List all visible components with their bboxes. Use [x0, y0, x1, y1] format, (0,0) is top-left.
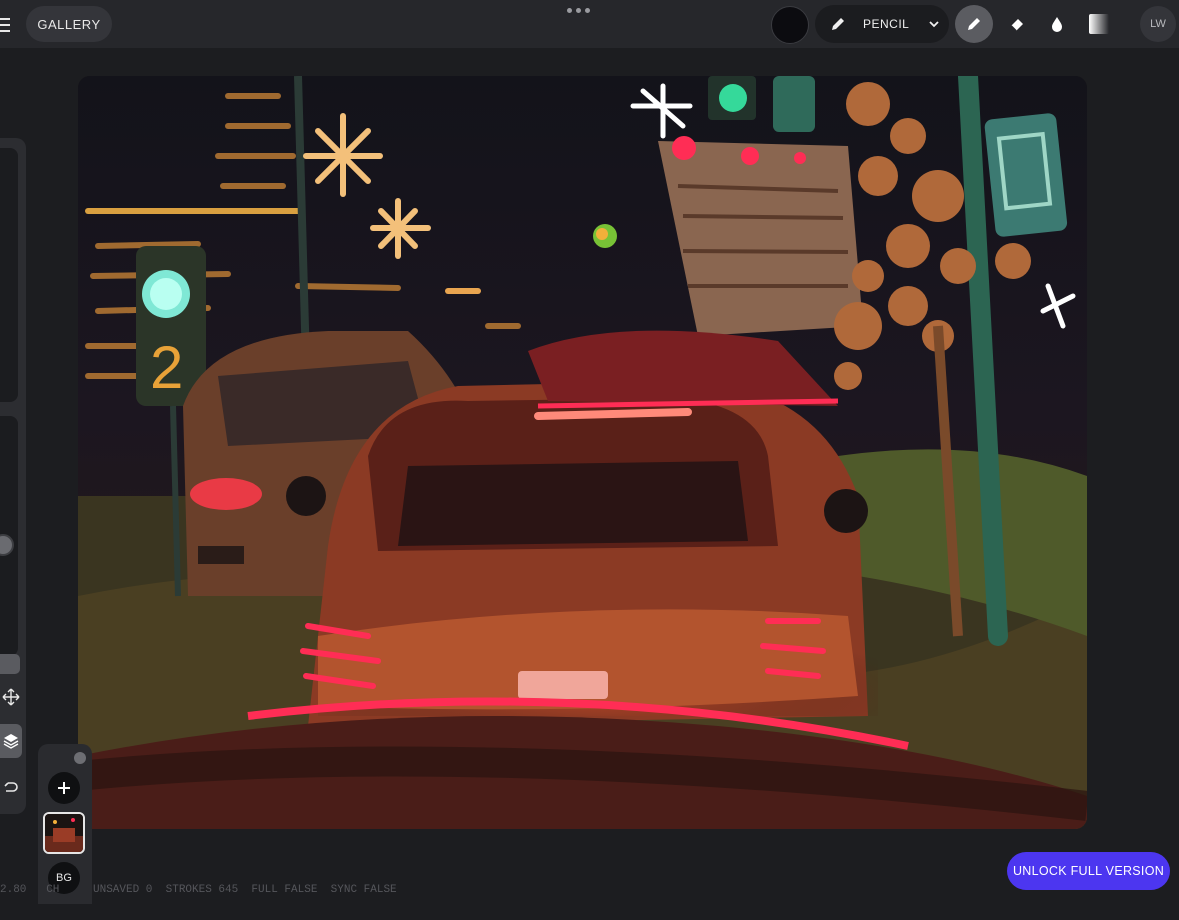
- layers-panel: BG: [38, 744, 92, 904]
- status-bar: 2.80 CH UNSAVED 0 STROKES 645 FULL FALSE…: [0, 884, 397, 920]
- more-options-icon[interactable]: [567, 8, 590, 13]
- pencil-tool-button[interactable]: [955, 5, 993, 43]
- unlock-full-version-button[interactable]: UNLOCK FULL VERSION: [1007, 852, 1170, 890]
- layers-icon: [3, 734, 19, 749]
- eraser-icon: [1010, 19, 1023, 32]
- move-icon[interactable]: [0, 686, 22, 708]
- brush-icon: [968, 18, 980, 30]
- artwork-image: 2: [78, 76, 1087, 829]
- traffic-light-number: 2: [150, 334, 183, 401]
- gradient-icon: [1089, 14, 1109, 34]
- profile-avatar[interactable]: LW: [1140, 6, 1176, 42]
- status-left: 2.80 CH: [0, 884, 60, 896]
- chevron-down-icon: [929, 21, 939, 28]
- layers-button[interactable]: [0, 724, 22, 758]
- smudge-tool-button[interactable]: [1038, 5, 1076, 43]
- gallery-button[interactable]: GALLERY: [26, 6, 112, 42]
- modify-button[interactable]: [0, 654, 20, 674]
- layer-thumbnail[interactable]: [43, 812, 85, 854]
- menu-icon[interactable]: [0, 14, 12, 34]
- droplet-icon: [1052, 17, 1062, 32]
- brush-size-slider[interactable]: [0, 148, 18, 402]
- undo-icon[interactable]: [0, 776, 22, 798]
- eraser-tool-button[interactable]: [998, 5, 1036, 43]
- panel-toggle-dot[interactable]: [74, 752, 86, 764]
- add-layer-button[interactable]: [48, 772, 80, 804]
- brush-name: PENCIL: [863, 17, 910, 31]
- pencil-icon: [832, 18, 844, 30]
- brush-selector[interactable]: PENCIL: [815, 5, 949, 43]
- plus-icon: [58, 782, 70, 794]
- drawing-canvas[interactable]: 2: [78, 76, 1087, 829]
- color-picker-button[interactable]: [771, 6, 809, 44]
- gradient-tool-button[interactable]: [1080, 5, 1118, 43]
- left-sidebar: [0, 138, 26, 814]
- top-toolbar: GALLERY PENCIL LW: [0, 0, 1179, 48]
- status-info: UNSAVED 0 STROKES 645 FULL FALSE SYNC FA…: [93, 884, 397, 896]
